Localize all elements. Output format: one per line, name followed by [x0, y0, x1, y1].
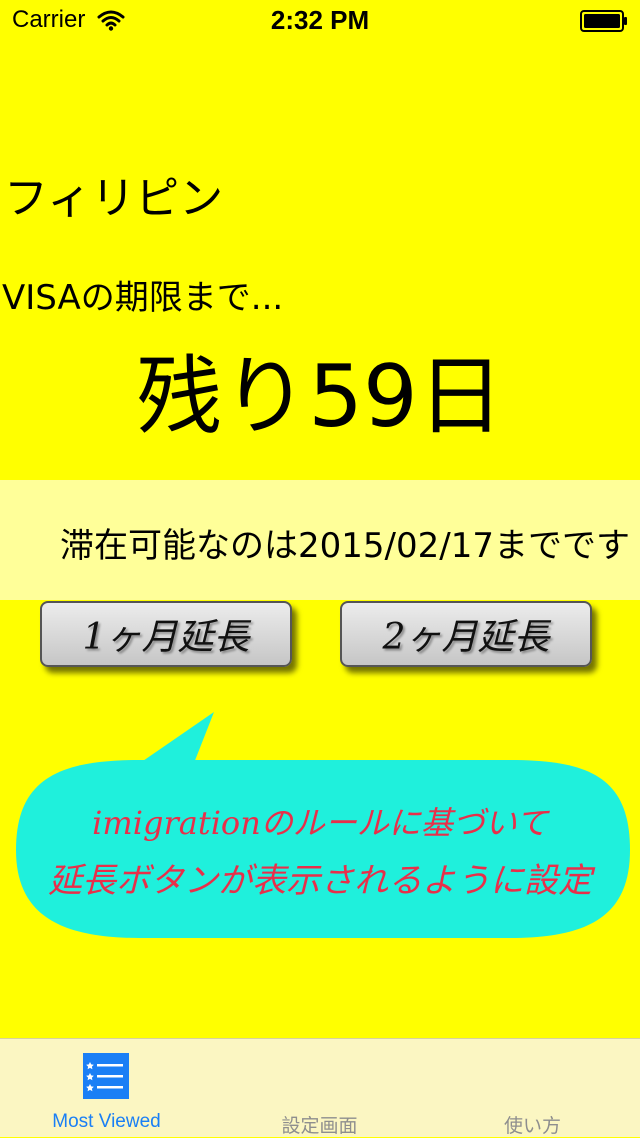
- extend-1-month-button[interactable]: 1ヶ月延長: [40, 601, 292, 667]
- callout-line-2: 延長ボタンが表示されるように設定: [48, 861, 592, 901]
- remaining-days: 残り59日: [136, 347, 504, 447]
- status-bar: Carrier 2:32 PM: [0, 0, 640, 40]
- tab-how-to-use[interactable]: 使い方: [426, 1039, 639, 1137]
- status-time: 2:32 PM: [270, 5, 370, 35]
- country-label: フィリピン: [4, 173, 224, 224]
- list-icon: [83, 1053, 129, 1099]
- tab-label-settings: 設定画面: [281, 1116, 358, 1137]
- extend-2-months-button[interactable]: 2ヶ月延長: [340, 601, 592, 667]
- tab-label-most-viewed: Most Viewed: [52, 1111, 161, 1132]
- tab-settings[interactable]: 設定画面: [213, 1039, 426, 1137]
- stay-until-banner: 滞在可能なのは2015/02/17までです: [0, 480, 640, 600]
- tab-most-viewed[interactable]: Most Viewed: [0, 1039, 213, 1137]
- tab-bar: Most Viewed 設定画面 使い方: [0, 1038, 640, 1137]
- callout-line-1: imigrationのルールに基づいて: [92, 804, 548, 842]
- visa-deadline-label: VISAの期限まで...: [2, 278, 284, 318]
- battery-icon: [580, 10, 627, 32]
- stay-until-text: 滞在可能なのは2015/02/17までです: [60, 526, 630, 566]
- tab-label-how-to-use: 使い方: [503, 1116, 561, 1137]
